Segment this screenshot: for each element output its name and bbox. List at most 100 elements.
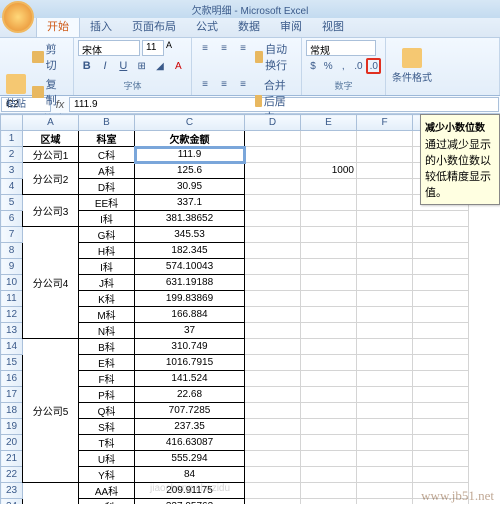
col-header-E[interactable]: E [301,115,357,131]
cell-B8[interactable]: H科 [79,243,135,259]
tab-插入[interactable]: 插入 [80,15,122,37]
cell-B19[interactable]: S科 [79,419,135,435]
paste-button[interactable]: 粘贴 [4,72,28,112]
row-header-16[interactable]: 16 [1,371,23,387]
row-header-6[interactable]: 6 [1,211,23,227]
cell-B22[interactable]: Y科 [79,467,135,483]
row-header-2[interactable]: 2 [1,147,23,163]
cell-A14[interactable]: 分公司5 [23,339,79,483]
tab-公式[interactable]: 公式 [186,15,228,37]
increase-font-icon[interactable]: A [166,40,172,56]
row-header-22[interactable]: 22 [1,467,23,483]
cell-B13[interactable]: N科 [79,323,135,339]
row-header-11[interactable]: 11 [1,291,23,307]
row-header-19[interactable]: 19 [1,419,23,435]
cell-C7[interactable]: 345.53 [135,227,245,243]
row-header-20[interactable]: 20 [1,435,23,451]
cell-B20[interactable]: T科 [79,435,135,451]
cut-button[interactable]: 剪切 [30,40,69,74]
align-top-icon[interactable]: ≡ [196,40,214,56]
row-header-5[interactable]: 5 [1,195,23,211]
align-left-icon[interactable]: ≡ [196,76,214,92]
percent-button[interactable]: % [321,58,335,74]
tab-页面布局[interactable]: 页面布局 [122,15,186,37]
underline-button[interactable]: U [115,58,132,74]
cell-C17[interactable]: 22.68 [135,387,245,403]
cell-B23[interactable]: AA科 [79,483,135,499]
align-bot-icon[interactable]: ≡ [234,40,252,56]
row-header-10[interactable]: 10 [1,275,23,291]
tab-视图[interactable]: 视图 [312,15,354,37]
cell-C4[interactable]: 30.95 [135,179,245,195]
cell-B2[interactable]: C科 [79,147,135,163]
cell-C12[interactable]: 166.884 [135,307,245,323]
row-header-3[interactable]: 3 [1,163,23,179]
cell-A5[interactable]: 分公司3 [23,195,79,227]
cell-B21[interactable]: U科 [79,451,135,467]
col-header-F[interactable]: F [357,115,413,131]
cell-C9[interactable]: 574.10043 [135,259,245,275]
cell-C16[interactable]: 141.524 [135,371,245,387]
cell-B18[interactable]: Q科 [79,403,135,419]
font-name-select[interactable]: 宋体 [78,40,140,56]
col-header-B[interactable]: B [79,115,135,131]
cell-B24[interactable]: S科 [79,499,135,505]
border-button[interactable]: ⊞ [133,58,150,74]
cell-B14[interactable]: B科 [79,339,135,355]
cell-C3[interactable]: 125.6 [135,163,245,179]
cell-C8[interactable]: 182.345 [135,243,245,259]
cell-C22[interactable]: 84 [135,467,245,483]
cell-B3[interactable]: A科 [79,163,135,179]
row-header-8[interactable]: 8 [1,243,23,259]
copy-button[interactable]: 复制 [30,75,69,109]
row-header-17[interactable]: 17 [1,387,23,403]
cell-C21[interactable]: 555.294 [135,451,245,467]
row-header-9[interactable]: 9 [1,259,23,275]
cell-B17[interactable]: P科 [79,387,135,403]
cell-A23[interactable]: 分公司6 [23,483,79,505]
tab-数据[interactable]: 数据 [228,15,270,37]
cell-A3[interactable]: 分公司2 [23,163,79,195]
cell-C20[interactable]: 416.63087 [135,435,245,451]
row-header-18[interactable]: 18 [1,403,23,419]
italic-button[interactable]: I [96,58,113,74]
cell-C2[interactable]: 111.9 [135,147,245,163]
cell-C10[interactable]: 631.19188 [135,275,245,291]
cell-C14[interactable]: 310.749 [135,339,245,355]
cell-A7[interactable]: 分公司4 [23,227,79,339]
col-header-D[interactable]: D [245,115,301,131]
row-header-7[interactable]: 7 [1,227,23,243]
cell-B7[interactable]: G科 [79,227,135,243]
col-header-A[interactable]: A [23,115,79,131]
align-right-icon[interactable]: ≡ [234,76,252,92]
cell-B4[interactable]: D科 [79,179,135,195]
row-header-1[interactable]: 1 [1,131,23,147]
font-size-select[interactable]: 11 [142,40,164,56]
font-color-button[interactable]: A [170,58,187,74]
cell-B9[interactable]: I科 [79,259,135,275]
cell-C15[interactable]: 1016.7915 [135,355,245,371]
row-header-23[interactable]: 23 [1,483,23,499]
cell-C11[interactable]: 199.83869 [135,291,245,307]
cell-C24[interactable]: 337.95763 [135,499,245,505]
cell-B11[interactable]: K科 [79,291,135,307]
cell-C13[interactable]: 37 [135,323,245,339]
cell-B5[interactable]: EE科 [79,195,135,211]
bold-button[interactable]: B [78,58,95,74]
row-header-13[interactable]: 13 [1,323,23,339]
row-header-24[interactable]: 24 [1,499,23,505]
cell-C5[interactable]: 337.1 [135,195,245,211]
cell-B10[interactable]: J科 [79,275,135,291]
fill-color-button[interactable]: ◢ [151,58,168,74]
tab-审阅[interactable]: 审阅 [270,15,312,37]
cell-C6[interactable]: 381.38652 [135,211,245,227]
increase-decimal-button[interactable]: .0 [351,58,365,74]
cell-B6[interactable]: I科 [79,211,135,227]
cell-B12[interactable]: M科 [79,307,135,323]
cell-C19[interactable]: 237.35 [135,419,245,435]
row-header-14[interactable]: 14 [1,339,23,355]
row-header-12[interactable]: 12 [1,307,23,323]
align-center-icon[interactable]: ≡ [215,76,233,92]
row-header-15[interactable]: 15 [1,355,23,371]
row-header-4[interactable]: 4 [1,179,23,195]
